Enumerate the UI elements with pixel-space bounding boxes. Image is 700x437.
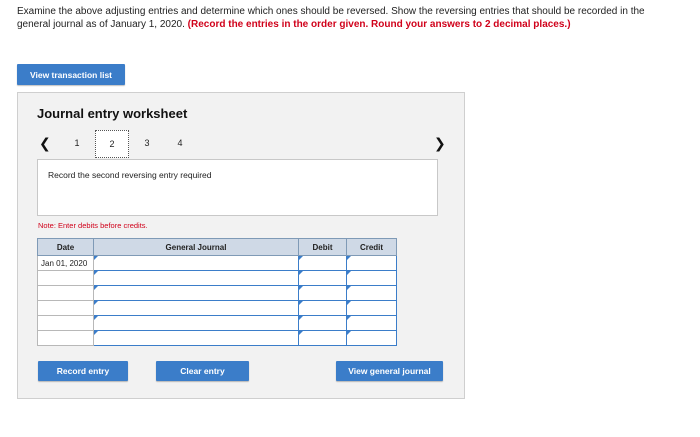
input-marker-icon [299, 331, 303, 335]
table-row [37, 330, 397, 346]
page-tab-4[interactable]: 4 [173, 138, 187, 148]
header-debit: Debit [298, 238, 347, 256]
dropdown-marker-icon [94, 271, 98, 275]
debit-input[interactable] [298, 330, 347, 346]
date-cell [37, 270, 94, 286]
table-row [37, 315, 397, 331]
input-marker-icon [347, 301, 351, 305]
account-input[interactable] [93, 300, 299, 316]
date-cell [37, 330, 94, 346]
account-input[interactable] [93, 255, 299, 271]
view-general-journal-button[interactable]: View general journal [336, 361, 443, 381]
input-marker-icon [347, 256, 351, 260]
chevron-left-icon[interactable]: ❮ [39, 135, 51, 152]
debit-input[interactable] [298, 300, 347, 316]
credit-input[interactable] [346, 270, 397, 286]
header-general-journal: General Journal [93, 238, 299, 256]
page-tab-3[interactable]: 3 [140, 138, 154, 148]
credit-input[interactable] [346, 330, 397, 346]
date-cell [37, 300, 94, 316]
table-row: Jan 01, 2020 [37, 255, 397, 271]
view-transaction-list-button[interactable]: View transaction list [17, 64, 125, 85]
input-marker-icon [299, 316, 303, 320]
header-credit: Credit [346, 238, 397, 256]
credit-input[interactable] [346, 315, 397, 331]
date-cell [37, 315, 94, 331]
input-marker-icon [347, 331, 351, 335]
dropdown-marker-icon [94, 286, 98, 290]
worksheet-title: Journal entry worksheet [37, 106, 188, 121]
instructions-emphasis: (Record the entries in the order given. … [187, 18, 571, 30]
dropdown-marker-icon [94, 331, 98, 335]
prompt-box: Record the second reversing entry requir… [37, 159, 438, 216]
credit-input[interactable] [346, 255, 397, 271]
credit-input[interactable] [346, 300, 397, 316]
table-row [37, 285, 397, 301]
debit-input[interactable] [298, 270, 347, 286]
account-input[interactable] [93, 315, 299, 331]
note-text: Note: Enter debits before credits. [38, 221, 148, 230]
chevron-right-icon[interactable]: ❯ [434, 135, 446, 152]
record-entry-button[interactable]: Record entry [38, 361, 128, 381]
instructions: Examine the above adjusting entries and … [17, 6, 657, 31]
journal-entry-worksheet: Journal entry worksheet ❮ 1 2 3 4 ❯ Reco… [17, 92, 465, 399]
page-tab-2[interactable]: 2 [95, 130, 129, 158]
page-tab-1[interactable]: 1 [70, 138, 84, 148]
dropdown-marker-icon [94, 256, 98, 260]
clear-entry-button[interactable]: Clear entry [156, 361, 249, 381]
debit-input[interactable] [298, 255, 347, 271]
table-row [37, 270, 397, 286]
date-value: Jan 01, 2020 [41, 258, 88, 268]
input-marker-icon [299, 301, 303, 305]
debit-input[interactable] [298, 285, 347, 301]
input-marker-icon [347, 286, 351, 290]
journal-table: Date General Journal Debit Credit Jan 01… [37, 238, 397, 346]
account-input[interactable] [93, 285, 299, 301]
date-cell [37, 285, 94, 301]
dropdown-marker-icon [94, 301, 98, 305]
input-marker-icon [347, 316, 351, 320]
header-date: Date [37, 238, 94, 256]
input-marker-icon [299, 286, 303, 290]
table-row [37, 300, 397, 316]
input-marker-icon [347, 271, 351, 275]
account-input[interactable] [93, 330, 299, 346]
input-marker-icon [299, 256, 303, 260]
input-marker-icon [299, 271, 303, 275]
dropdown-marker-icon [94, 316, 98, 320]
debit-input[interactable] [298, 315, 347, 331]
date-cell: Jan 01, 2020 [37, 255, 94, 271]
prompt-text: Record the second reversing entry requir… [48, 170, 212, 180]
account-input[interactable] [93, 270, 299, 286]
credit-input[interactable] [346, 285, 397, 301]
